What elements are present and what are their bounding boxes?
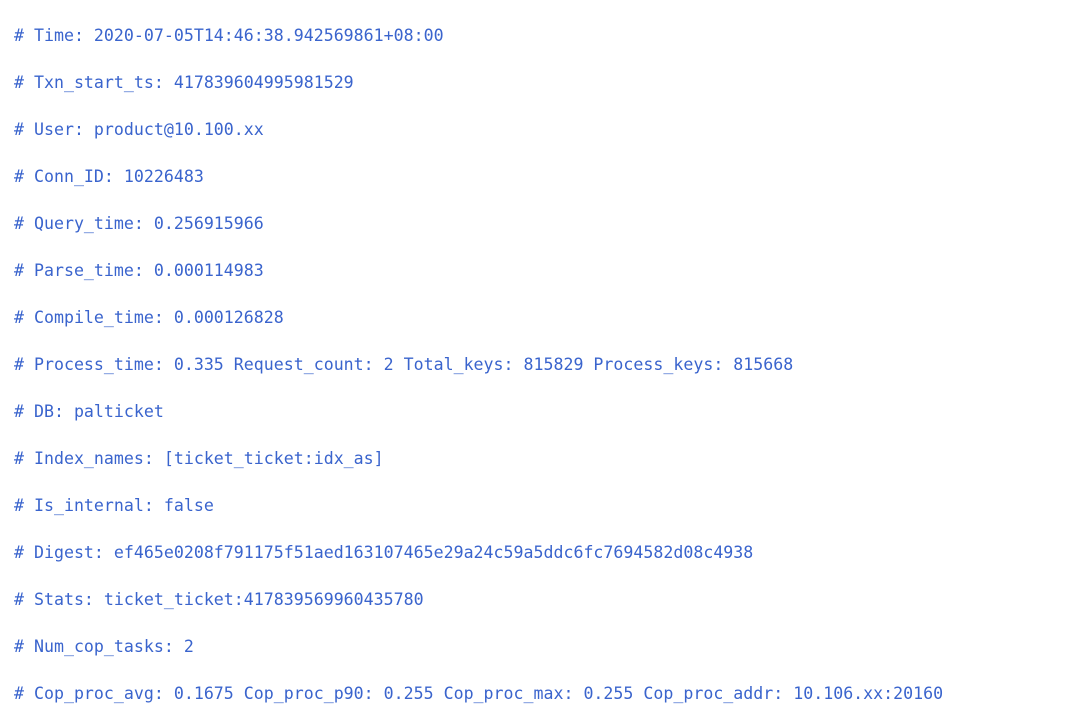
log-line-db: # DB: palticket	[14, 402, 164, 421]
log-line-cop-proc: # Cop_proc_avg: 0.1675 Cop_proc_p90: 0.2…	[14, 684, 944, 703]
log-line-conn-id: # Conn_ID: 10226483	[14, 167, 204, 186]
log-line-parse-time: # Parse_time: 0.000114983	[14, 261, 264, 280]
log-line-is-internal: # Is_internal: false	[14, 496, 214, 515]
log-line-txn-start-ts: # Txn_start_ts: 417839604995981529	[14, 73, 354, 92]
log-line-stats: # Stats: ticket_ticket:41783956996043578…	[14, 590, 424, 609]
log-line-query-time: # Query_time: 0.256915966	[14, 214, 264, 233]
log-line-index-names: # Index_names: [ticket_ticket:idx_as]	[14, 449, 384, 468]
log-line-compile-time: # Compile_time: 0.000126828	[14, 308, 284, 327]
log-line-user: # User: product@10.100.xx	[14, 120, 264, 139]
slow-query-log-sheet: # Time: 2020-07-05T14:46:38.942569861+08…	[0, 0, 1080, 705]
log-line-digest: # Digest: ef465e0208f791175f51aed1631074…	[14, 543, 754, 562]
log-line-time: # Time: 2020-07-05T14:46:38.942569861+08…	[14, 26, 444, 45]
log-line-process-time: # Process_time: 0.335 Request_count: 2 T…	[14, 355, 794, 374]
log-line-num-cop-tasks: # Num_cop_tasks: 2	[14, 637, 194, 656]
